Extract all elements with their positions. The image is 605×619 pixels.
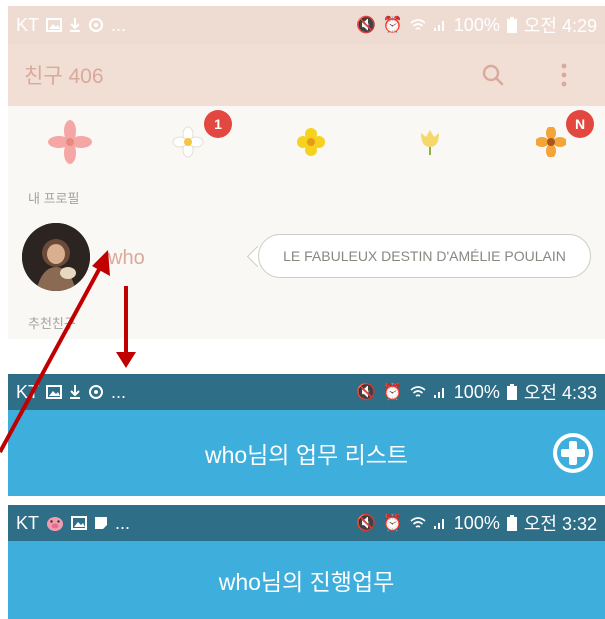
plus-circle-icon [553,433,593,473]
battery-percent: 100% [453,14,500,35]
profile-photo [22,223,90,291]
progress-header: who님의 진행업무 [8,541,605,619]
my-profile-label: 내 프로필 [28,191,80,206]
wifi-icon [410,386,426,397]
alarm-icon: ⏰ [382,384,403,401]
carrier-label: KT [16,512,40,533]
signal-icon [433,519,444,529]
orange-flower-icon [536,127,566,157]
mute-icon: 🔇 [355,17,376,34]
signal-icon [433,21,444,31]
signal-icon [433,388,444,398]
flower-tab-3[interactable] [289,120,333,164]
battery-icon [506,17,517,33]
carrier-label: KT [16,381,40,402]
battery-percent: 100% [453,381,500,402]
more-menu-button[interactable] [547,55,581,95]
friends-count-title: 친구 406 [24,65,104,88]
my-name[interactable]: who [108,247,145,270]
alarm-icon: ⏰ [382,17,403,34]
wifi-icon [410,517,426,528]
tulip-flower-icon [421,130,439,155]
recommended-friends-label: 추천친구 [28,316,76,331]
status-bar: KT ... 🔇 ⏰ 100% 오전 3:32 [8,505,605,541]
clock: 오전 4:29 [523,16,597,36]
carrier-label: KT [16,14,40,35]
app-bar: 친구 406 [8,44,605,106]
notification-badge: 1 [204,110,232,138]
clock: 오전 3:32 [523,514,597,534]
search-icon [482,64,504,86]
download-icon [70,18,81,32]
download-icon [70,385,81,399]
avatar[interactable] [22,223,90,291]
more-notifications: ... [111,381,127,402]
flower-tab-4[interactable] [408,120,452,164]
sync-icon [89,18,104,32]
more-notifications: ... [111,14,127,35]
alarm-icon: ⏰ [382,515,403,532]
status-message-bubble[interactable]: LE FABULEUX DESTIN D'AMÉLIE POULAIN [258,234,591,278]
note-icon [95,517,108,529]
mute-icon: 🔇 [355,384,376,401]
more-vertical-icon [561,63,567,87]
status-bar: KT ... 🔇 ⏰ 100% 오전 4:29 [8,6,605,44]
progress-title: who님의 진행업무 [218,569,395,595]
wifi-icon [410,19,426,30]
battery-percent: 100% [453,512,500,533]
add-task-button[interactable] [551,431,595,475]
battery-icon [506,515,517,531]
status-bar: KT ... 🔇 ⏰ 100% 오전 4:33 [8,374,605,410]
gallery-icon [46,18,63,32]
white-flower-icon [172,126,204,158]
search-button[interactable] [473,55,513,95]
yellow-flower-icon [297,128,325,156]
new-badge: N [566,110,594,138]
mute-icon: 🔇 [355,515,376,532]
flower-tabs: 1 N [8,106,605,182]
pig-icon [47,517,64,531]
more-notifications: ... [115,512,131,533]
task-list-header: who님의 업무 리스트 [8,410,605,496]
progress-screen: KT ... 🔇 ⏰ 100% 오전 3:32 who님의 진행업무 [8,505,605,619]
flower-tab-1[interactable] [48,120,92,164]
gallery-icon [71,516,88,530]
task-list-screen: KT ... 🔇 ⏰ 100% 오전 4:33 who님의 업무 리스트 [8,374,605,496]
task-list-title: who님의 업무 리스트 [204,442,409,468]
pink-lily-flower-icon [48,120,92,164]
clock: 오전 4:33 [523,383,597,403]
gallery-icon [46,385,63,399]
friends-screen: KT ... 🔇 ⏰ 100% 오전 4:29 친구 406 1 N 내 프로필… [8,6,605,339]
battery-icon [506,384,517,400]
sync-icon [89,385,104,399]
